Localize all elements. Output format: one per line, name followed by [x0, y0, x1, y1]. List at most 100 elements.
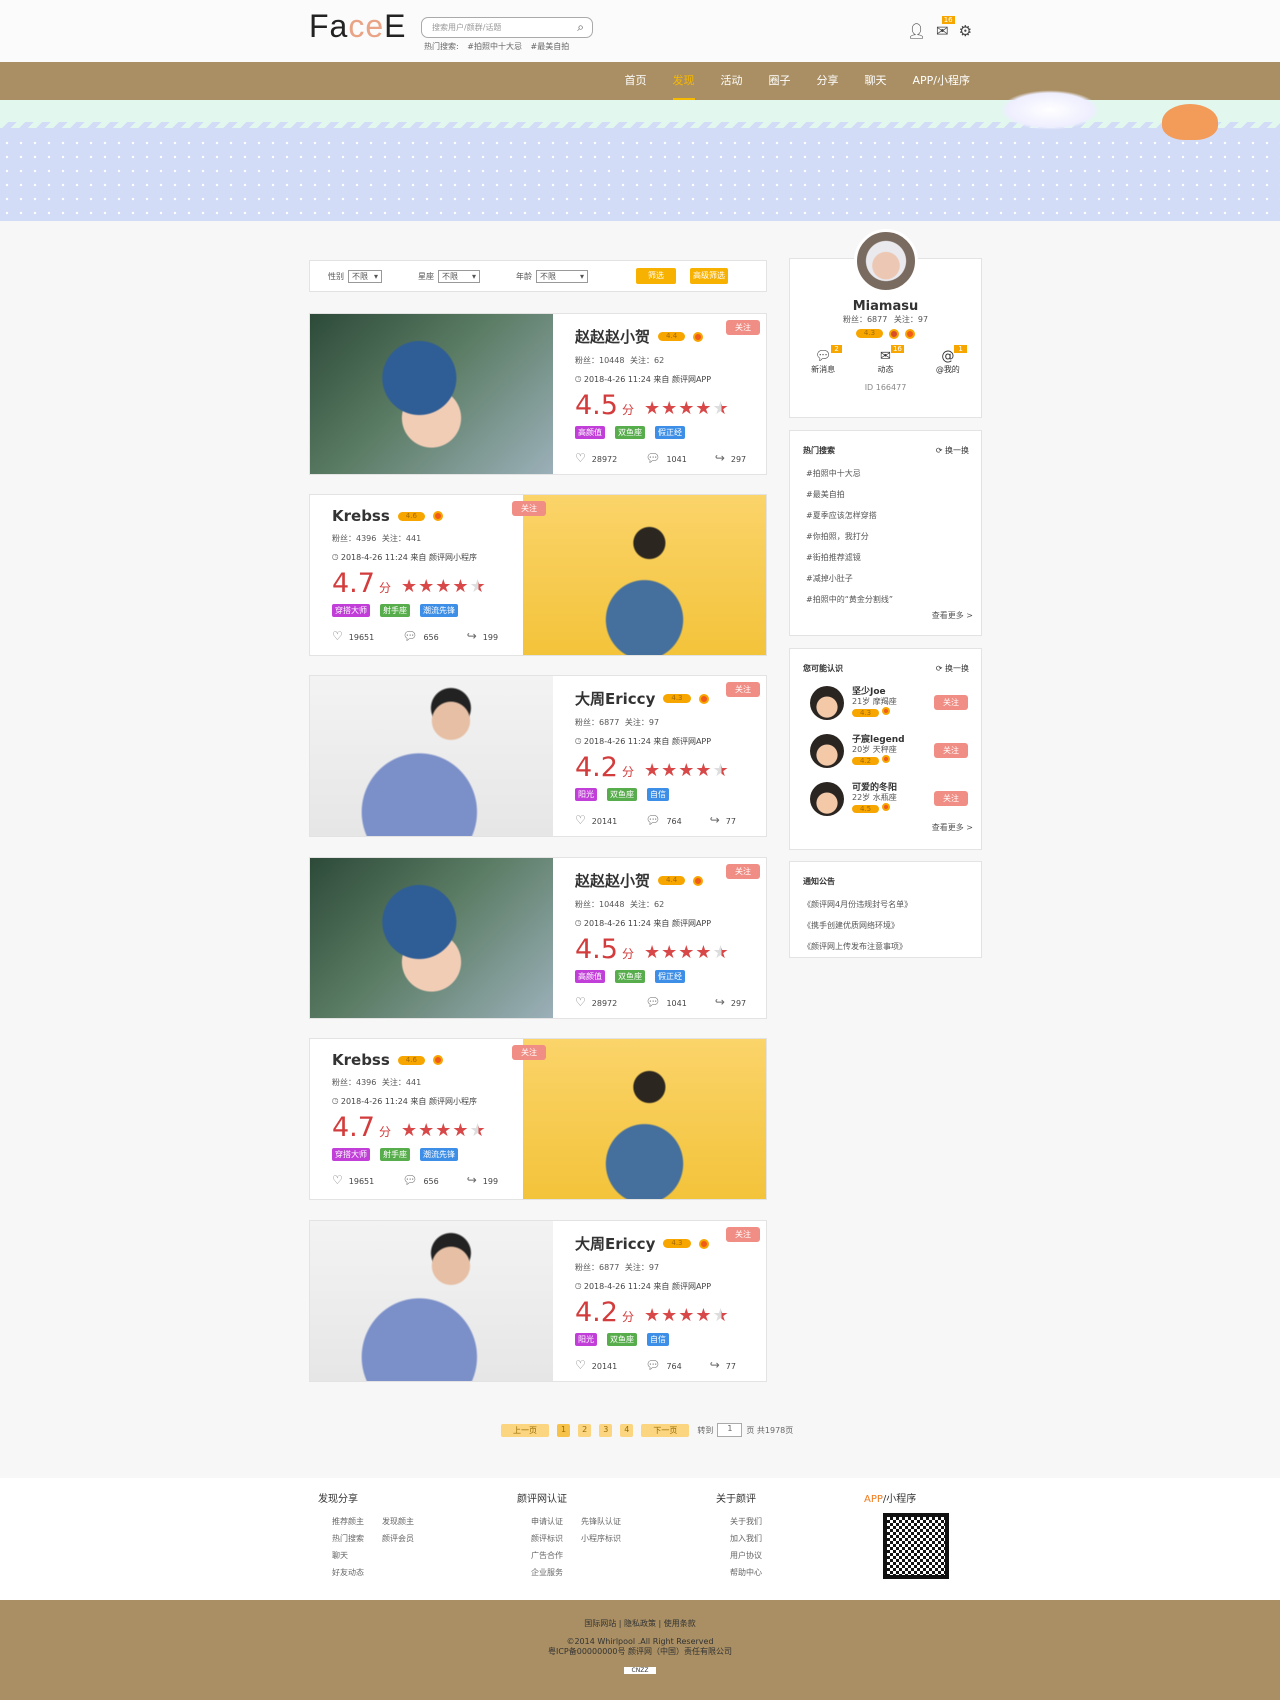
footer-link[interactable]: 用户协议 [730, 1550, 790, 1561]
comment-button[interactable]: 💬︎ 764 [645, 1358, 682, 1372]
profile-name[interactable]: Miamasu [790, 299, 981, 314]
user-photo[interactable] [310, 676, 553, 836]
user-card[interactable]: 赵赵赵小贺 4.4 粉丝：10448 关注：62 🕓︎ 2018-4-26 11:… [309, 857, 767, 1019]
like-button[interactable]: ♡ 28972 [575, 995, 617, 1009]
person-avatar[interactable] [810, 781, 844, 816]
user-card[interactable]: Krebss 4.6 粉丝：4396 关注：441 🕓︎ 2018-4-26 11… [309, 494, 767, 656]
user-name[interactable]: Krebss [332, 507, 390, 525]
nav-discover[interactable]: 发现 [660, 62, 708, 100]
footer-link[interactable]: 广告合作 [531, 1550, 581, 1561]
user-name[interactable]: 大周Ericcy [575, 688, 655, 709]
search-icon[interactable]: ⌕ [577, 20, 584, 35]
follow-button[interactable]: 关注 [512, 1045, 546, 1060]
user-card[interactable]: 大周Ericcy 4.3 粉丝：6877 关注：97 🕓︎ 2018-4-26 1… [309, 675, 767, 837]
page-button[interactable]: 4 [620, 1423, 634, 1437]
more-link[interactable]: 查看更多 > [790, 822, 981, 833]
tag[interactable]: 射手座 [380, 604, 410, 617]
tag[interactable]: 双鱼座 [607, 788, 637, 801]
follow-button[interactable]: 关注 [934, 791, 968, 806]
comment-button[interactable]: 💬︎ 764 [645, 813, 682, 827]
hot-search-item[interactable]: #拍照中十大忌 [806, 463, 981, 484]
next-page-button[interactable]: 下一页 [641, 1423, 690, 1437]
follow-button[interactable]: 关注 [934, 695, 968, 710]
follow-button[interactable]: 关注 [726, 682, 760, 697]
footer-link[interactable]: 小程序标识 [581, 1533, 631, 1544]
tag[interactable]: 自信 [647, 1333, 669, 1346]
advanced-filter-button[interactable]: 高级筛选 [690, 268, 728, 284]
footer-link[interactable]: 推荐颜主 [332, 1516, 382, 1527]
hot-search-item[interactable]: #减掉小肚子 [806, 568, 981, 589]
search-input[interactable]: 搜索用户/颜群/话题 ⌕ [421, 17, 593, 38]
tag[interactable]: 假正经 [655, 426, 685, 439]
footer-link[interactable]: 聊天 [332, 1550, 382, 1561]
nav-home[interactable]: 首页 [612, 62, 660, 100]
footer-link[interactable]: 申请认证 [531, 1516, 581, 1527]
logo[interactable]: FaceE [309, 8, 406, 45]
like-button[interactable]: ♡ 20141 [575, 1358, 617, 1372]
cnzz-badge[interactable]: CNZZ [623, 1667, 657, 1674]
tag[interactable]: 自信 [647, 788, 669, 801]
person-avatar[interactable] [810, 733, 844, 768]
tag[interactable]: 高颜值 [575, 426, 605, 439]
share-button[interactable]: ↪ 297 [715, 995, 746, 1009]
hot-search-item[interactable]: #你拍照，我打分 [806, 526, 981, 547]
tag[interactable]: 高颜值 [575, 970, 605, 983]
follow-button[interactable]: 关注 [726, 864, 760, 879]
user-name[interactable]: Krebss [332, 1051, 390, 1069]
notice-link[interactable]: 《颜评网上传发布注意事项》 [803, 936, 981, 957]
tag[interactable]: 双鱼座 [615, 970, 645, 983]
nav-activity[interactable]: 活动 [708, 62, 756, 100]
like-button[interactable]: ♡ 28972 [575, 451, 617, 465]
page-button[interactable]: 2 [578, 1423, 592, 1437]
tag[interactable]: 穿搭大师 [332, 1148, 370, 1161]
footer-link[interactable]: 加入我们 [730, 1533, 790, 1544]
user-photo[interactable] [310, 314, 553, 474]
goto-page-input[interactable]: 1 [717, 1423, 743, 1437]
star-select[interactable]: 不限 ▾ [438, 269, 480, 283]
tag[interactable]: 阳光 [575, 788, 597, 801]
nav-app[interactable]: APP/小程序 [900, 62, 984, 100]
like-button[interactable]: ♡ 19651 [332, 629, 374, 643]
tag[interactable]: 双鱼座 [607, 1333, 637, 1346]
refresh-button[interactable]: ⟳ 换一换 [936, 663, 969, 674]
gear-icon[interactable]: ⚙︎ [959, 22, 972, 40]
footer-link[interactable]: 热门搜索 [332, 1533, 382, 1544]
notice-link[interactable]: 《颜评网4月份违规封号名单》 [803, 894, 981, 915]
comment-button[interactable]: 💬︎ 656 [402, 629, 439, 643]
more-link[interactable]: 查看更多 > [790, 610, 981, 621]
footer-link[interactable]: 颜评标识 [531, 1533, 581, 1544]
person-avatar[interactable] [810, 685, 844, 720]
follow-button[interactable]: 关注 [512, 501, 546, 516]
filter-button[interactable]: 筛选 [636, 268, 676, 284]
share-button[interactable]: ↪ 77 [710, 813, 736, 827]
like-button[interactable]: ♡ 20141 [575, 813, 617, 827]
person-name[interactable]: 坚少Joe [852, 687, 886, 697]
hot-link[interactable]: #最美自拍 [531, 42, 570, 51]
hot-search-item[interactable]: #夏季应该怎样穿搭 [806, 505, 981, 526]
person-name[interactable]: 可爱的冬阳 [852, 783, 897, 793]
user-icon[interactable]: 👤︎ [907, 22, 926, 40]
tag[interactable]: 潮流先锋 [420, 604, 458, 617]
tag[interactable]: 假正经 [655, 970, 685, 983]
user-photo[interactable] [523, 495, 766, 655]
like-button[interactable]: ♡ 19651 [332, 1173, 374, 1187]
user-photo[interactable] [523, 1039, 766, 1199]
updates[interactable]: ✉︎ 16 动态 [877, 345, 904, 375]
age-select[interactable]: 不限 ▾ [536, 269, 588, 283]
comment-button[interactable]: 💬︎ 1041 [645, 451, 687, 465]
mentions[interactable]: @1 @我的 [936, 345, 967, 375]
footer-link[interactable]: 先锋队认证 [581, 1516, 631, 1527]
refresh-button[interactable]: ⟳ 换一换 [936, 445, 969, 456]
user-photo[interactable] [310, 858, 553, 1018]
nav-chat[interactable]: 聊天 [852, 62, 900, 100]
footer-link[interactable]: 企业服务 [531, 1567, 581, 1578]
footer-link[interactable]: 帮助中心 [730, 1567, 790, 1578]
comment-button[interactable]: 💬︎ 1041 [645, 995, 687, 1009]
share-button[interactable]: ↪ 77 [710, 1358, 736, 1372]
footer-links[interactable]: 国际网站 | 隐私政策 | 使用条款 [0, 1618, 1280, 1629]
page-button[interactable]: 3 [599, 1423, 613, 1437]
follow-button[interactable]: 关注 [726, 1227, 760, 1242]
mail-icon[interactable]: ✉︎ 16 [936, 16, 955, 40]
notice-link[interactable]: 《携手创建优质网络环境》 [803, 915, 981, 936]
page-button[interactable]: 1 [557, 1423, 571, 1437]
